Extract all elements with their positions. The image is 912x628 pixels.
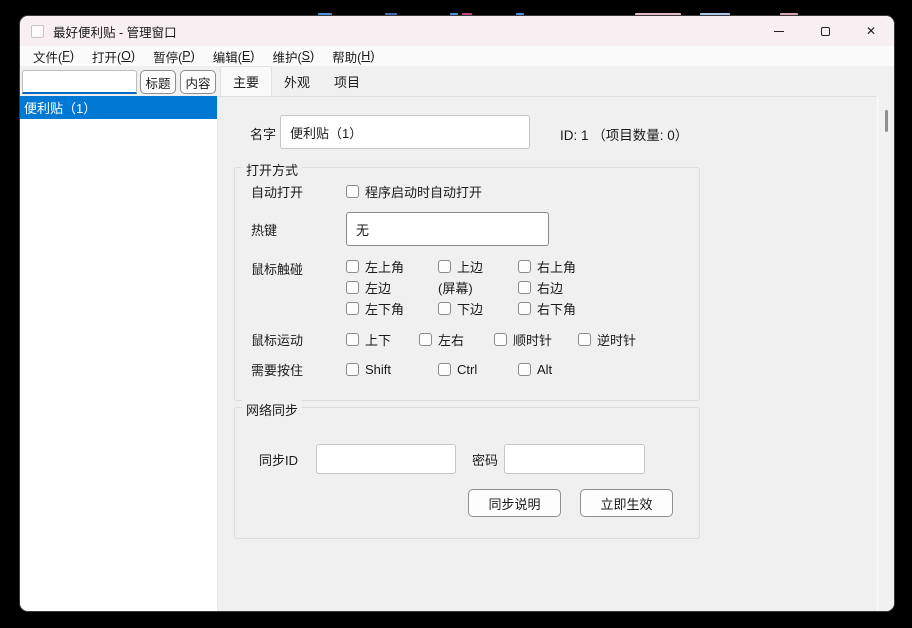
checkbox-top-edge[interactable]: 上边 bbox=[438, 257, 518, 276]
checkbox-icon bbox=[578, 333, 591, 346]
scrollbar-thumb[interactable] bbox=[885, 110, 888, 132]
toolbar: 标题 内容 bbox=[20, 66, 218, 96]
tab-strip: 主要 外观 项目 bbox=[218, 66, 894, 96]
menu-item-edit[interactable]: 编辑(E) bbox=[204, 46, 264, 66]
password-input[interactable] bbox=[504, 444, 645, 474]
checkbox-left-right[interactable]: 左右 bbox=[419, 330, 494, 349]
notes-list[interactable]: 便利贴（1） bbox=[20, 96, 218, 611]
minimize-icon bbox=[774, 31, 784, 32]
main-tab-panel: 名字 便利贴（1） ID: 1 （项目数量: 0） 打开方式 自动打开 程序启动… bbox=[218, 96, 894, 611]
checkbox-ctrl[interactable]: Ctrl bbox=[438, 362, 518, 377]
sync-credentials-row: 同步ID 密码 bbox=[259, 444, 691, 474]
checkbox-auto-open[interactable]: 程序启动时自动打开 bbox=[346, 182, 482, 201]
open-method-group-title: 打开方式 bbox=[242, 160, 302, 179]
checkbox-icon bbox=[518, 281, 531, 294]
mouse-touch-label: 鼠标触碰 bbox=[251, 256, 346, 278]
checkbox-icon bbox=[346, 185, 359, 198]
auto-open-row: 自动打开 程序启动时自动打开 bbox=[251, 182, 691, 201]
sync-id-label: 同步ID bbox=[259, 450, 316, 469]
filter-title-button[interactable]: 标题 bbox=[140, 70, 176, 94]
window-title: 最好便利贴 - 管理窗口 bbox=[53, 22, 177, 41]
checkbox-icon bbox=[438, 302, 451, 315]
tab-main[interactable]: 主要 bbox=[220, 66, 272, 96]
checkbox-top-right-corner[interactable]: 右上角 bbox=[518, 257, 576, 276]
checkbox-icon bbox=[518, 363, 531, 376]
desktop-background: 最好便利贴 - 管理窗口 ✕ 文件(F) 打开(O) 暂停(P) 编辑(E) 维… bbox=[0, 0, 912, 628]
window-controls: ✕ bbox=[756, 16, 894, 46]
maximize-icon bbox=[821, 27, 830, 36]
checkbox-icon bbox=[346, 302, 359, 315]
maximize-button[interactable] bbox=[802, 16, 848, 46]
search-input[interactable] bbox=[22, 70, 137, 94]
menu-item-open[interactable]: 打开(O) bbox=[83, 46, 144, 66]
checkbox-icon bbox=[438, 260, 451, 273]
checkbox-clockwise[interactable]: 顺时针 bbox=[494, 330, 578, 349]
checkbox-icon bbox=[419, 333, 432, 346]
checkbox-bottom-edge[interactable]: 下边 bbox=[438, 299, 518, 318]
checkbox-alt[interactable]: Alt bbox=[518, 362, 691, 377]
checkbox-icon bbox=[346, 333, 359, 346]
menu-item-help[interactable]: 帮助(H) bbox=[323, 46, 383, 66]
checkbox-bottom-right-corner[interactable]: 右下角 bbox=[518, 299, 576, 318]
menu-item-pause[interactable]: 暂停(P) bbox=[144, 46, 204, 66]
network-sync-group: 网络同步 同步ID 密码 同步说明 立即生效 bbox=[234, 407, 700, 539]
checkbox-top-left-corner[interactable]: 左上角 bbox=[346, 257, 438, 276]
checkbox-left-edge[interactable]: 左边 bbox=[346, 278, 438, 297]
sync-id-input[interactable] bbox=[316, 444, 456, 474]
checkbox-icon bbox=[518, 260, 531, 273]
apply-now-button[interactable]: 立即生效 bbox=[580, 489, 673, 517]
modifier-label: 需要按住 bbox=[251, 360, 346, 379]
mouse-touch-grid: 左上角 上边 右上角 左边 (屏幕) 右边 左下角 下边 bbox=[346, 256, 576, 319]
checkbox-icon bbox=[346, 363, 359, 376]
close-button[interactable]: ✕ bbox=[848, 16, 894, 46]
checkbox-icon bbox=[346, 281, 359, 294]
tab-items[interactable]: 项目 bbox=[322, 66, 372, 96]
checkbox-up-down[interactable]: 上下 bbox=[346, 330, 419, 349]
modifier-row: 需要按住 Shift Ctrl Alt bbox=[251, 360, 691, 379]
screen-center-label: (屏幕) bbox=[438, 278, 518, 297]
menu-bar: 文件(F) 打开(O) 暂停(P) 编辑(E) 维护(S) 帮助(H) bbox=[20, 46, 894, 66]
app-icon bbox=[31, 25, 44, 38]
password-label: 密码 bbox=[472, 450, 504, 469]
network-sync-group-title: 网络同步 bbox=[242, 400, 302, 419]
menu-item-maintain[interactable]: 维护(S) bbox=[263, 46, 323, 66]
hotkey-row: 热键 无 bbox=[251, 212, 691, 246]
scrollbar[interactable] bbox=[877, 96, 894, 611]
note-id-text: ID: 1 （项目数量: 0） bbox=[560, 124, 688, 144]
open-method-group: 打开方式 自动打开 程序启动时自动打开 热键 无 鼠标触碰 bbox=[234, 167, 700, 401]
hotkey-label: 热键 bbox=[251, 220, 346, 239]
name-label: 名字 bbox=[250, 124, 276, 143]
checkbox-shift[interactable]: Shift bbox=[346, 362, 438, 377]
menu-item-file[interactable]: 文件(F) bbox=[24, 46, 83, 66]
auto-open-label: 自动打开 bbox=[251, 182, 346, 201]
filter-content-button[interactable]: 内容 bbox=[180, 70, 216, 94]
checkbox-icon bbox=[518, 302, 531, 315]
mouse-touch-row: 鼠标触碰 左上角 上边 右上角 左边 (屏幕) 右边 bbox=[251, 256, 691, 319]
checkbox-icon bbox=[346, 260, 359, 273]
checkbox-bottom-left-corner[interactable]: 左下角 bbox=[346, 299, 438, 318]
mouse-motion-row: 鼠标运动 上下 左右 顺时针 逆时针 bbox=[251, 330, 691, 349]
checkbox-right-edge[interactable]: 右边 bbox=[518, 278, 576, 297]
mouse-motion-label: 鼠标运动 bbox=[251, 330, 346, 349]
list-item-note[interactable]: 便利贴（1） bbox=[20, 96, 217, 119]
tab-appearance[interactable]: 外观 bbox=[272, 66, 322, 96]
hotkey-input[interactable]: 无 bbox=[346, 212, 549, 246]
content-area: 主要 外观 项目 名字 便利贴（1） ID: 1 （项目数量: 0） 打开方式 … bbox=[218, 66, 894, 611]
titlebar[interactable]: 最好便利贴 - 管理窗口 ✕ bbox=[20, 16, 894, 46]
checkbox-icon bbox=[438, 363, 451, 376]
app-window: 最好便利贴 - 管理窗口 ✕ 文件(F) 打开(O) 暂停(P) 编辑(E) 维… bbox=[20, 16, 894, 611]
name-input[interactable]: 便利贴（1） bbox=[280, 115, 530, 149]
sync-help-button[interactable]: 同步说明 bbox=[468, 489, 561, 517]
checkbox-icon bbox=[494, 333, 507, 346]
checkbox-counterclockwise[interactable]: 逆时针 bbox=[578, 330, 636, 349]
close-icon: ✕ bbox=[866, 24, 876, 38]
minimize-button[interactable] bbox=[756, 16, 802, 46]
